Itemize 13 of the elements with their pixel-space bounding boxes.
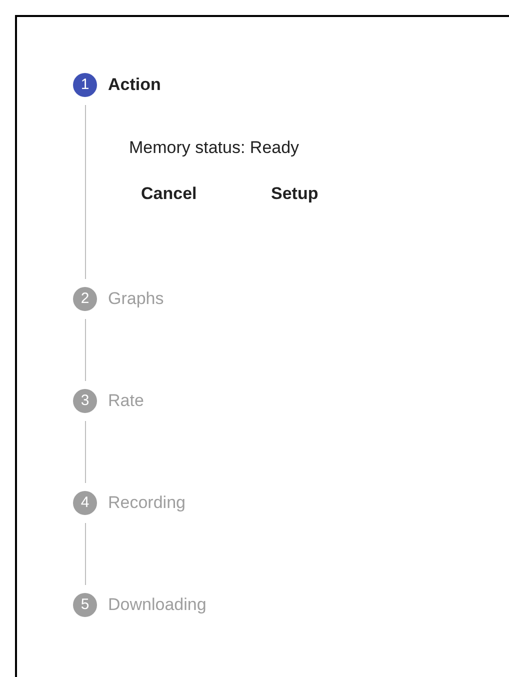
step-number: 4 <box>73 491 97 515</box>
step-number: 1 <box>73 73 97 97</box>
step-label[interactable]: Graphs <box>108 287 164 311</box>
action-button[interactable]: Cancel <box>131 176 237 210</box>
memory-status-text: Memory status: Ready <box>129 137 300 159</box>
step-label[interactable]: Action <box>108 73 367 97</box>
step-label[interactable]: Downloading <box>108 593 206 617</box>
step-label[interactable]: Recording <box>108 491 186 515</box>
action-button[interactable]: Setup <box>261 176 367 210</box>
step-label[interactable]: Rate <box>108 389 144 413</box>
step-number: 5 <box>73 593 97 617</box>
step-number: 3 <box>73 389 97 413</box>
step-number: 2 <box>73 287 97 311</box>
